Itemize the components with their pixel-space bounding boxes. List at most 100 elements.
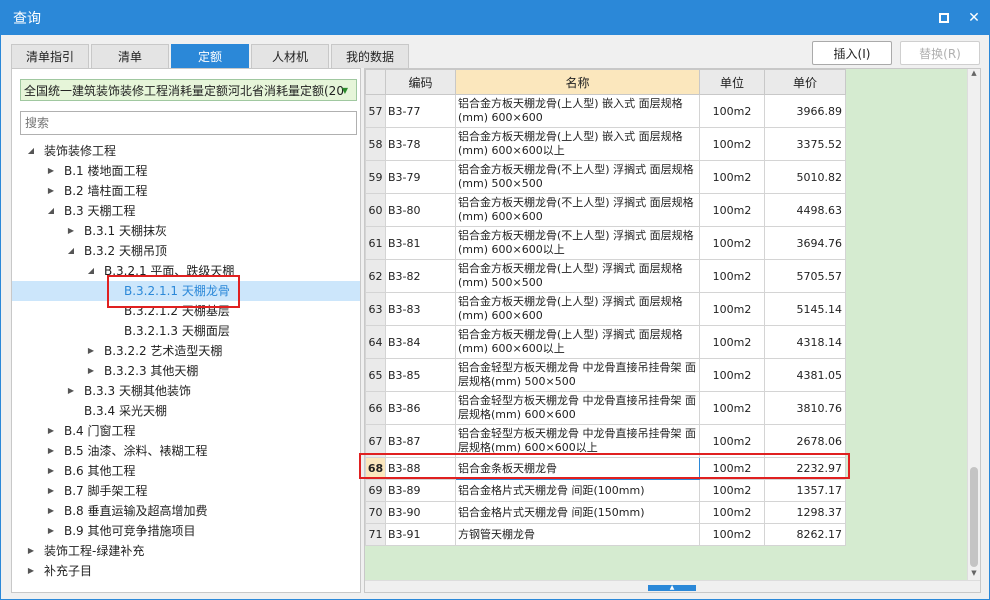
- expand-arrow-icon[interactable]: ▶: [86, 341, 96, 361]
- table-row[interactable]: 64 B3-84 铝合金方板天棚龙骨(上人型) 浮搁式 面层规格(mm) 600×6…: [365, 325, 846, 359]
- scrollbar-thumb[interactable]: [970, 467, 978, 567]
- collapse-arrow-icon[interactable]: ◢: [46, 201, 56, 221]
- collapse-arrow-icon[interactable]: ◢: [86, 261, 96, 281]
- cell-code[interactable]: B3-90: [385, 501, 456, 524]
- collapse-arrow-icon[interactable]: ◢: [66, 241, 76, 261]
- cell-name[interactable]: 铝合金方板天棚龙骨(不上人型) 浮搁式 面层规格(mm) 600×600以上: [455, 226, 700, 260]
- header-code[interactable]: 编码: [385, 69, 456, 95]
- collapse-arrow-icon[interactable]: ◢: [26, 141, 36, 161]
- cell-price[interactable]: 5145.14: [764, 292, 846, 326]
- cell-unit[interactable]: 100m2: [699, 479, 765, 502]
- cell-name[interactable]: 铝合金方板天棚龙骨(上人型) 浮搁式 面层规格(mm) 600×600: [455, 292, 700, 326]
- row-number[interactable]: 61: [365, 226, 386, 260]
- tab-quota[interactable]: 定额: [171, 44, 249, 68]
- cell-price[interactable]: 8262.17: [764, 523, 846, 546]
- row-number[interactable]: 70: [365, 501, 386, 524]
- row-number[interactable]: 57: [365, 94, 386, 128]
- cell-unit[interactable]: 100m2: [699, 391, 765, 425]
- expand-arrow-icon[interactable]: ▶: [46, 421, 56, 441]
- cell-code[interactable]: B3-81: [385, 226, 456, 260]
- expand-arrow-icon[interactable]: ▶: [46, 181, 56, 201]
- quota-library-select[interactable]: 全国统一建筑装饰装修工程消耗量定额河北省消耗量定额(20 ▼: [20, 79, 357, 101]
- header-price[interactable]: 单价: [764, 69, 846, 95]
- cell-name[interactable]: 铝合金方板天棚龙骨(上人型) 嵌入式 面层规格(mm) 600×600: [455, 94, 700, 128]
- table-row[interactable]: 62 B3-82 铝合金方板天棚龙骨(上人型) 浮搁式 面层规格(mm) 500×5…: [365, 259, 846, 293]
- table-row[interactable]: 70 B3-90 铝合金格片式天棚龙骨 间距(150mm) 100m2 1298.37: [365, 501, 846, 524]
- cell-unit[interactable]: 100m2: [699, 127, 765, 161]
- cell-unit[interactable]: 100m2: [699, 523, 765, 546]
- cell-unit[interactable]: 100m2: [699, 193, 765, 227]
- cell-price[interactable]: 3694.76: [764, 226, 846, 260]
- tree-node[interactable]: ▶ B.2 墙柱面工程: [12, 181, 360, 201]
- cell-code[interactable]: B3-86: [385, 391, 456, 425]
- cell-code[interactable]: B3-78: [385, 127, 456, 161]
- expand-arrow-icon[interactable]: ▶: [26, 541, 36, 561]
- splitter-handle-icon[interactable]: ▲: [648, 585, 696, 591]
- expand-arrow-icon[interactable]: ▶: [46, 441, 56, 461]
- tree-node[interactable]: ▶ B.1 楼地面工程: [12, 161, 360, 181]
- tree-node[interactable]: ▶ B.5 油漆、涂料、裱糊工程: [12, 441, 360, 461]
- cell-unit[interactable]: 100m2: [699, 325, 765, 359]
- table-row[interactable]: 57 B3-77 铝合金方板天棚龙骨(上人型) 嵌入式 面层规格(mm) 600×6…: [365, 94, 846, 128]
- cell-code[interactable]: B3-82: [385, 259, 456, 293]
- cell-price[interactable]: 5010.82: [764, 160, 846, 194]
- tree-node[interactable]: ▶ B.7 脚手架工程: [12, 481, 360, 501]
- dropdown-arrow-icon[interactable]: ▼: [337, 82, 353, 98]
- tab-my-data[interactable]: 我的数据: [331, 44, 409, 68]
- cell-code[interactable]: B3-84: [385, 325, 456, 359]
- expand-arrow-icon[interactable]: ▶: [26, 561, 36, 581]
- cell-price[interactable]: 3375.52: [764, 127, 846, 161]
- expand-arrow-icon[interactable]: ▶: [46, 461, 56, 481]
- header-name[interactable]: 名称: [455, 69, 700, 95]
- cell-code[interactable]: B3-77: [385, 94, 456, 128]
- cell-price[interactable]: 3810.76: [764, 391, 846, 425]
- table-row[interactable]: 58 B3-78 铝合金方板天棚龙骨(上人型) 嵌入式 面层规格(mm) 600×6…: [365, 127, 846, 161]
- tree-node[interactable]: ▶ B.3.2.2 艺术造型天棚: [12, 341, 360, 361]
- tree-node[interactable]: ◢ B.3 天棚工程: [12, 201, 360, 221]
- vertical-scrollbar[interactable]: ▲ ▼: [967, 69, 980, 581]
- table-row[interactable]: 66 B3-86 铝合金轻型方板天棚龙骨 中龙骨直接吊挂骨架 面层规格(mm) 60…: [365, 391, 846, 425]
- insert-button[interactable]: 插入(I): [812, 41, 892, 65]
- cell-name[interactable]: 铝合金轻型方板天棚龙骨 中龙骨直接吊挂骨架 面层规格(mm) 500×500: [455, 358, 700, 392]
- cell-price[interactable]: 4318.14: [764, 325, 846, 359]
- cell-code[interactable]: B3-83: [385, 292, 456, 326]
- tree-node[interactable]: ▶ B.4 门窗工程: [12, 421, 360, 441]
- cell-unit[interactable]: 100m2: [699, 292, 765, 326]
- tree-node[interactable]: ◢ B.3.2 天棚吊顶: [12, 241, 360, 261]
- maximize-button[interactable]: [929, 1, 959, 35]
- expand-arrow-icon[interactable]: ▶: [46, 501, 56, 521]
- expand-arrow-icon[interactable]: ▶: [66, 221, 76, 241]
- horizontal-scrollbar[interactable]: ▲: [365, 580, 980, 592]
- expand-arrow-icon[interactable]: ▶: [46, 521, 56, 541]
- tab-list-guide[interactable]: 清单指引: [11, 44, 89, 68]
- tree-node[interactable]: ▶ 补充子目: [12, 561, 360, 581]
- table-row[interactable]: 65 B3-85 铝合金轻型方板天棚龙骨 中龙骨直接吊挂骨架 面层规格(mm) 50…: [365, 358, 846, 392]
- tree-node[interactable]: ▶ B.3.3 天棚其他装饰: [12, 381, 360, 401]
- cell-name[interactable]: 铝合金方板天棚龙骨(上人型) 嵌入式 面层规格(mm) 600×600以上: [455, 127, 700, 161]
- tree-node[interactable]: ▶ B.6 其他工程: [12, 461, 360, 481]
- tree-node[interactable]: B.3.4 采光天棚: [12, 401, 360, 421]
- replace-button[interactable]: 替换(R): [900, 41, 980, 65]
- cell-unit[interactable]: 100m2: [699, 259, 765, 293]
- table-row[interactable]: 69 B3-89 铝合金格片式天棚龙骨 间距(100mm) 100m2 1357.17: [365, 479, 846, 502]
- search-input[interactable]: [20, 111, 357, 135]
- tree-node[interactable]: ◢ 装饰装修工程: [12, 141, 360, 161]
- table-row[interactable]: 71 B3-91 方钢管天棚龙骨 100m2 8262.17: [365, 523, 846, 546]
- cell-code[interactable]: B3-79: [385, 160, 456, 194]
- table-row[interactable]: 61 B3-81 铝合金方板天棚龙骨(不上人型) 浮搁式 面层规格(mm) 600×…: [365, 226, 846, 260]
- cell-price[interactable]: 1357.17: [764, 479, 846, 502]
- cell-name[interactable]: 铝合金方板天棚龙骨(上人型) 浮搁式 面层规格(mm) 600×600以上: [455, 325, 700, 359]
- scroll-up-icon[interactable]: ▲: [968, 69, 980, 81]
- cell-price[interactable]: 4381.05: [764, 358, 846, 392]
- row-number[interactable]: 65: [365, 358, 386, 392]
- cell-unit[interactable]: 100m2: [699, 160, 765, 194]
- cell-name[interactable]: 铝合金格片式天棚龙骨 间距(100mm): [455, 479, 700, 502]
- cell-name[interactable]: 铝合金方板天棚龙骨(不上人型) 浮搁式 面层规格(mm) 500×500: [455, 160, 700, 194]
- tab-list[interactable]: 清单: [91, 44, 169, 68]
- cell-unit[interactable]: 100m2: [699, 94, 765, 128]
- cell-name[interactable]: 铝合金方板天棚龙骨(不上人型) 浮搁式 面层规格(mm) 600×600: [455, 193, 700, 227]
- cell-price[interactable]: 5705.57: [764, 259, 846, 293]
- row-number[interactable]: 59: [365, 160, 386, 194]
- tree-node[interactable]: ▶ 装饰工程-绿建补充: [12, 541, 360, 561]
- tree-node[interactable]: ▶ B.3.1 天棚抹灰: [12, 221, 360, 241]
